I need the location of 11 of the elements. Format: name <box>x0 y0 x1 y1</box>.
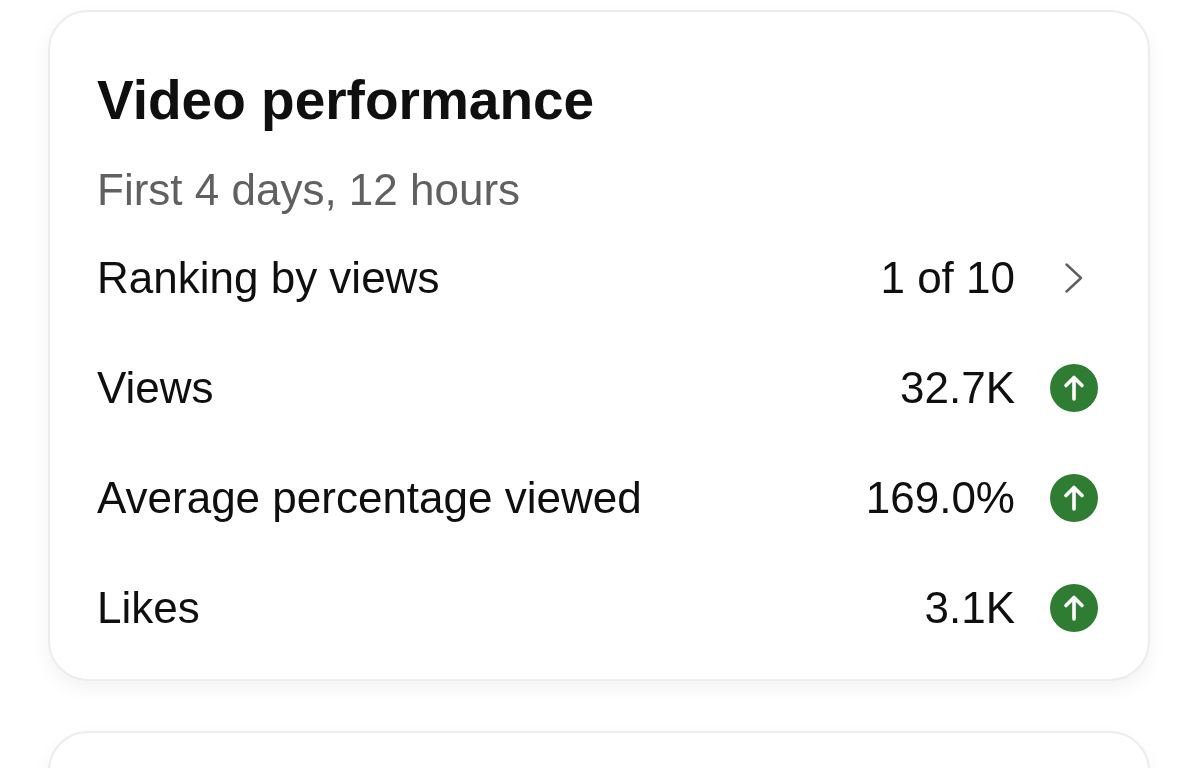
metric-label: Likes <box>97 582 200 634</box>
metric-label: Ranking by views <box>97 252 440 304</box>
metric-value: 3.1K <box>924 582 1015 634</box>
card-title: Video performance <box>97 68 596 132</box>
chevron-right-icon[interactable] <box>1065 263 1083 293</box>
metric-value: 169.0% <box>865 472 1015 524</box>
metric-label: Views <box>97 362 214 414</box>
metric-value: 1 of 10 <box>880 252 1015 304</box>
metric-value: 32.7K <box>900 362 1015 414</box>
metric-label: Average percentage viewed <box>97 472 642 524</box>
card-subtitle: First 4 days, 12 hours <box>97 164 522 216</box>
